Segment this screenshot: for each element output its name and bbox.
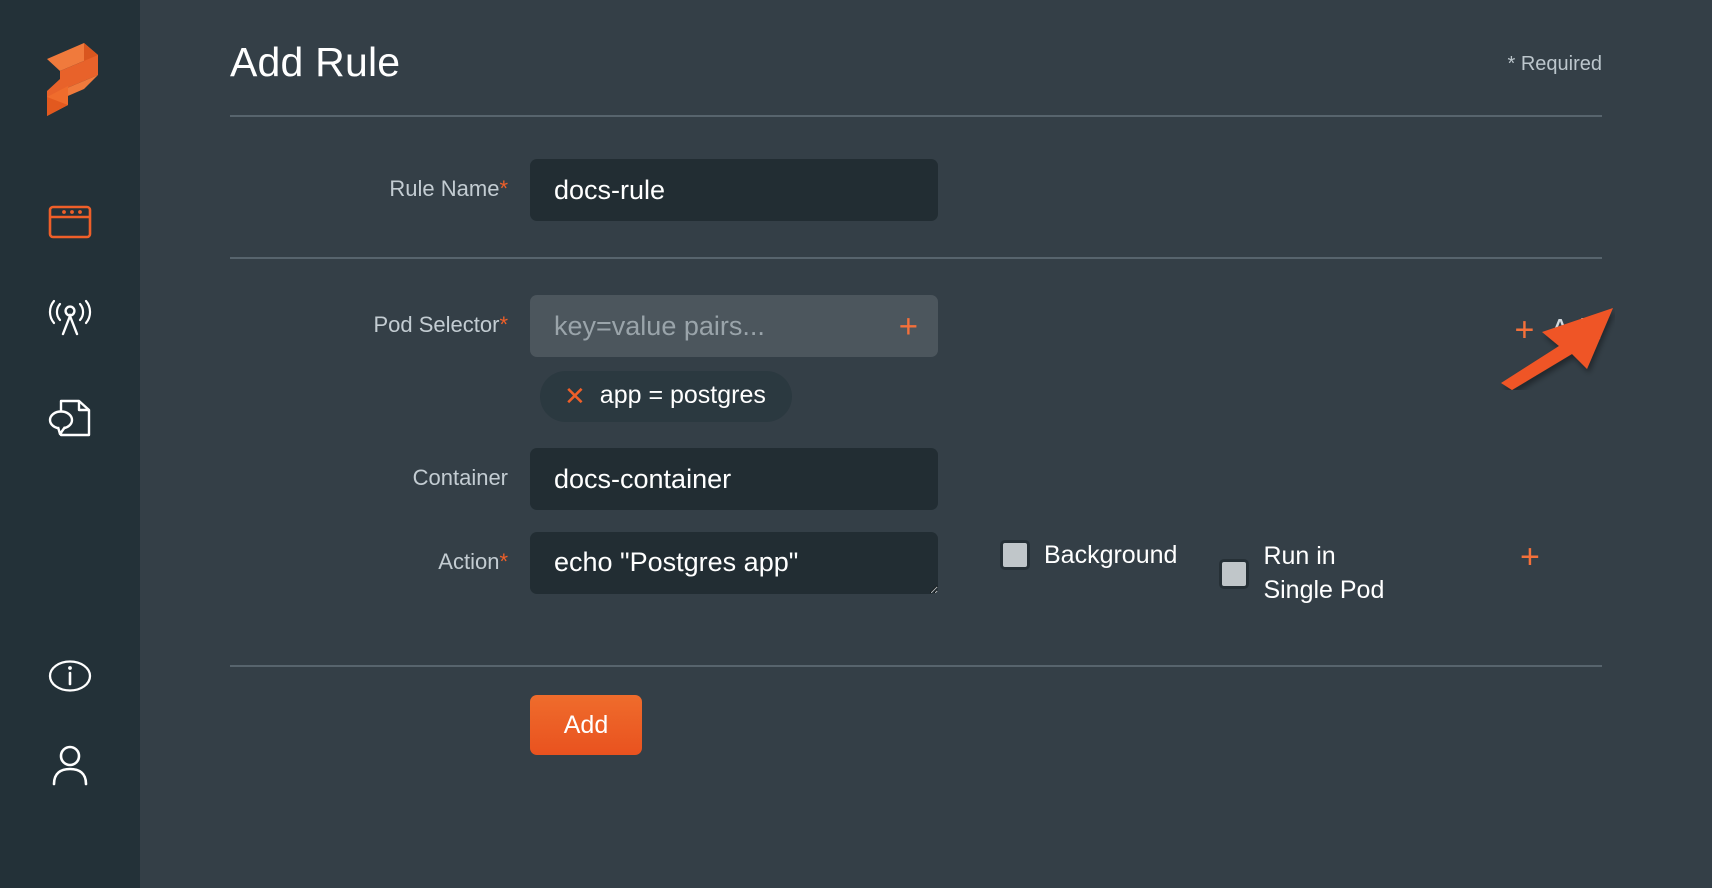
pod-selector-label: Pod Selector*	[230, 295, 530, 336]
close-icon[interactable]: ✕	[564, 383, 586, 409]
main-content: Add Rule * Required Rule Name* Pod Selec…	[140, 0, 1712, 888]
action-options: Background Run in Single Pod +	[1000, 540, 1560, 608]
sidebar-item-account[interactable]	[0, 735, 140, 795]
required-note: * Required	[1507, 53, 1602, 85]
prisma-logo-icon	[40, 39, 100, 117]
required-asterisk: *	[499, 176, 508, 201]
field-row-action: Action* Background	[230, 532, 1602, 599]
sidebar-item-radar[interactable]	[0, 290, 140, 350]
user-icon	[48, 743, 92, 787]
header-divider	[230, 115, 1602, 117]
checkbox-group-single-pod[interactable]: Run in Single Pod	[1219, 540, 1403, 608]
background-checkbox[interactable]	[1000, 540, 1030, 570]
background-checkbox-label: Background	[1044, 541, 1177, 570]
checkbox-group-background[interactable]: Background	[1000, 540, 1177, 570]
sidebar-item-info[interactable]	[0, 646, 140, 706]
pod-selector-chip-list: ✕ app = postgres	[530, 371, 938, 422]
required-asterisk: *	[499, 312, 508, 337]
page-title: Add Rule	[230, 40, 400, 85]
sidebar-item-console[interactable]	[0, 192, 140, 252]
plus-icon: +	[1515, 313, 1535, 347]
container-label: Container	[230, 448, 530, 489]
pod-selector-field: + ✕ app = postgres	[530, 295, 938, 422]
field-row-pod-selector: Pod Selector* + ✕ app = postgres	[230, 295, 1602, 422]
rule-name-label: Rule Name*	[230, 159, 530, 200]
required-asterisk: *	[499, 549, 508, 574]
add-button[interactable]: Add	[530, 695, 642, 755]
single-pod-checkbox-label: Run in Single Pod	[1263, 540, 1403, 608]
single-pod-checkbox[interactable]	[1219, 559, 1249, 589]
pod-selector-chip[interactable]: ✕ app = postgres	[540, 371, 792, 422]
sidebar	[0, 0, 140, 888]
action-textarea[interactable]	[530, 532, 938, 594]
action-textarea-wrap	[530, 532, 938, 599]
section-divider-1	[230, 257, 1602, 259]
info-icon	[47, 657, 93, 695]
section-divider-2	[230, 665, 1602, 667]
container-field	[530, 448, 938, 510]
document-comment-icon	[47, 397, 93, 439]
add-rule-form: Rule Name* Pod Selector* +	[230, 159, 1602, 755]
rule-name-input[interactable]	[530, 159, 938, 221]
radar-icon	[45, 298, 95, 342]
chip-label: app = postgres	[600, 381, 766, 410]
pod-selector-input[interactable]	[530, 295, 938, 357]
field-row-rule-name: Rule Name*	[230, 159, 1602, 221]
pod-selector-add-plus-icon[interactable]: +	[899, 310, 918, 343]
console-icon	[48, 205, 92, 239]
action-label: Action*	[230, 532, 530, 573]
pod-selector-input-wrap: +	[530, 295, 938, 357]
page-header: Add Rule * Required	[230, 0, 1602, 85]
container-input[interactable]	[530, 448, 938, 510]
add-rule-row-link[interactable]: + Add	[1515, 313, 1602, 347]
prisma-logo[interactable]	[0, 28, 140, 128]
action-checkbox-row: Background Run in Single Pod	[1000, 540, 1560, 608]
action-field	[530, 532, 938, 599]
app-root: Add Rule * Required Rule Name* Pod Selec…	[0, 0, 1712, 888]
field-row-container: Container	[230, 448, 1602, 510]
action-add-plus-icon[interactable]: +	[1520, 540, 1540, 574]
rule-name-field	[530, 159, 938, 221]
sidebar-item-reports[interactable]	[0, 388, 140, 448]
add-rule-row-label: Add	[1550, 314, 1602, 347]
submit-row: Add	[230, 695, 1602, 755]
